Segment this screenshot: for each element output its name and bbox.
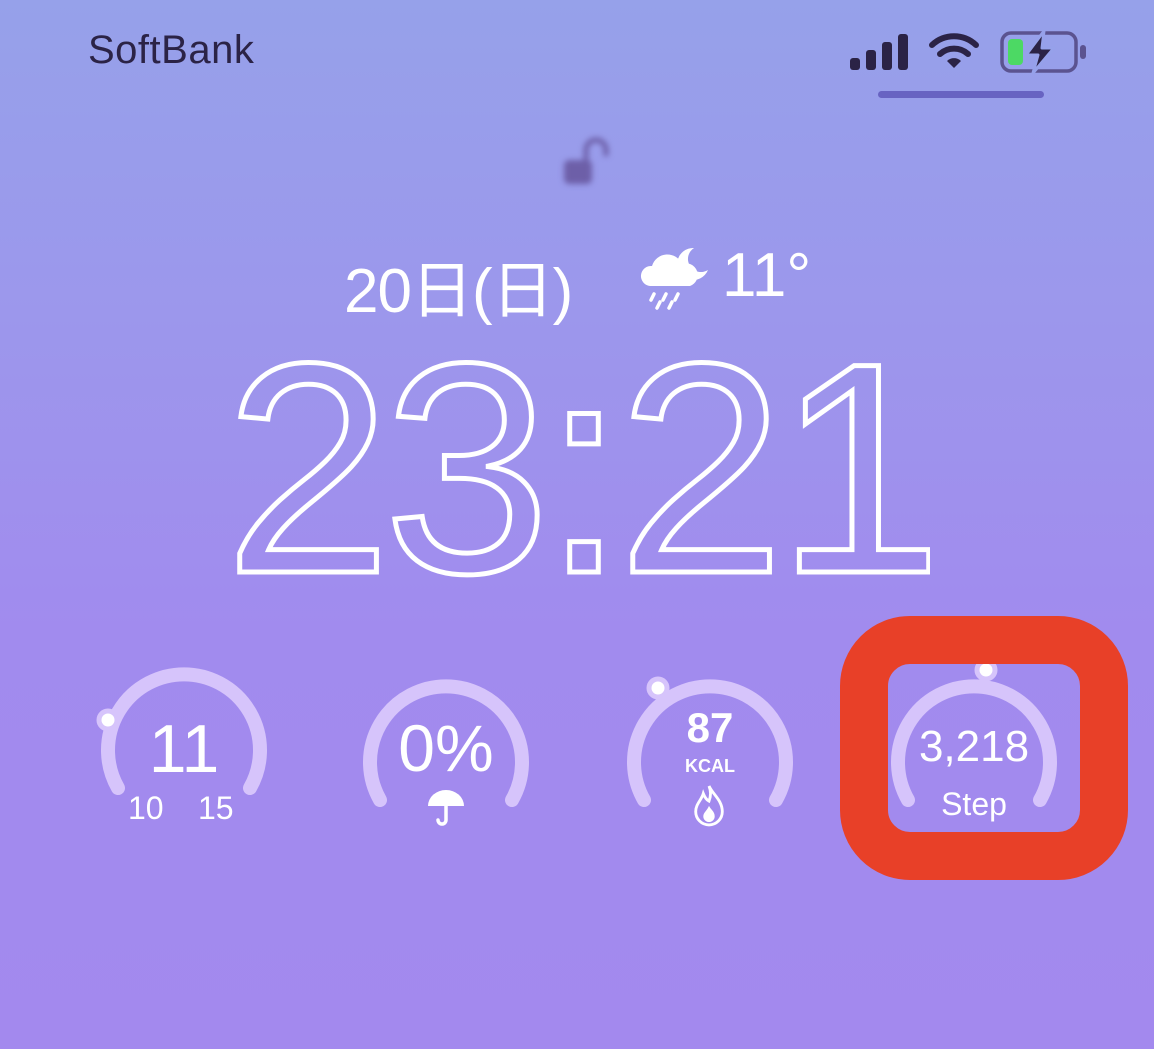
- rain-chance-value: 0%: [398, 711, 494, 785]
- rain-chance-widget[interactable]: 0%: [356, 660, 536, 840]
- status-bar-indicator: [878, 91, 1044, 98]
- highlight-annotation: [840, 616, 1128, 880]
- calories-widget[interactable]: 87 KCAL: [620, 660, 800, 840]
- lock-time: 23:21: [230, 340, 930, 600]
- carrier-name: SoftBank: [88, 28, 255, 72]
- temperature-value: 11: [148, 711, 220, 787]
- lock-time-text: 23:21: [230, 340, 930, 600]
- umbrella-icon: [428, 790, 464, 826]
- lock-date: 20日(日): [344, 257, 573, 326]
- calories-unit: KCAL: [685, 756, 735, 776]
- calories-value: 87: [686, 704, 734, 751]
- temperature-widget[interactable]: 11 10 15: [94, 660, 274, 840]
- lock-temperature: 11°: [722, 241, 812, 310]
- rain-night-cloud-icon: [640, 247, 708, 310]
- temperature-high: 15: [198, 790, 234, 826]
- lock-open-icon: [564, 137, 609, 184]
- wifi-icon: [929, 33, 979, 68]
- cellular-signal-icon: [850, 34, 908, 70]
- battery-charging-icon: [1000, 30, 1086, 74]
- temperature-low: 10: [128, 790, 164, 826]
- flame-icon: [694, 785, 724, 827]
